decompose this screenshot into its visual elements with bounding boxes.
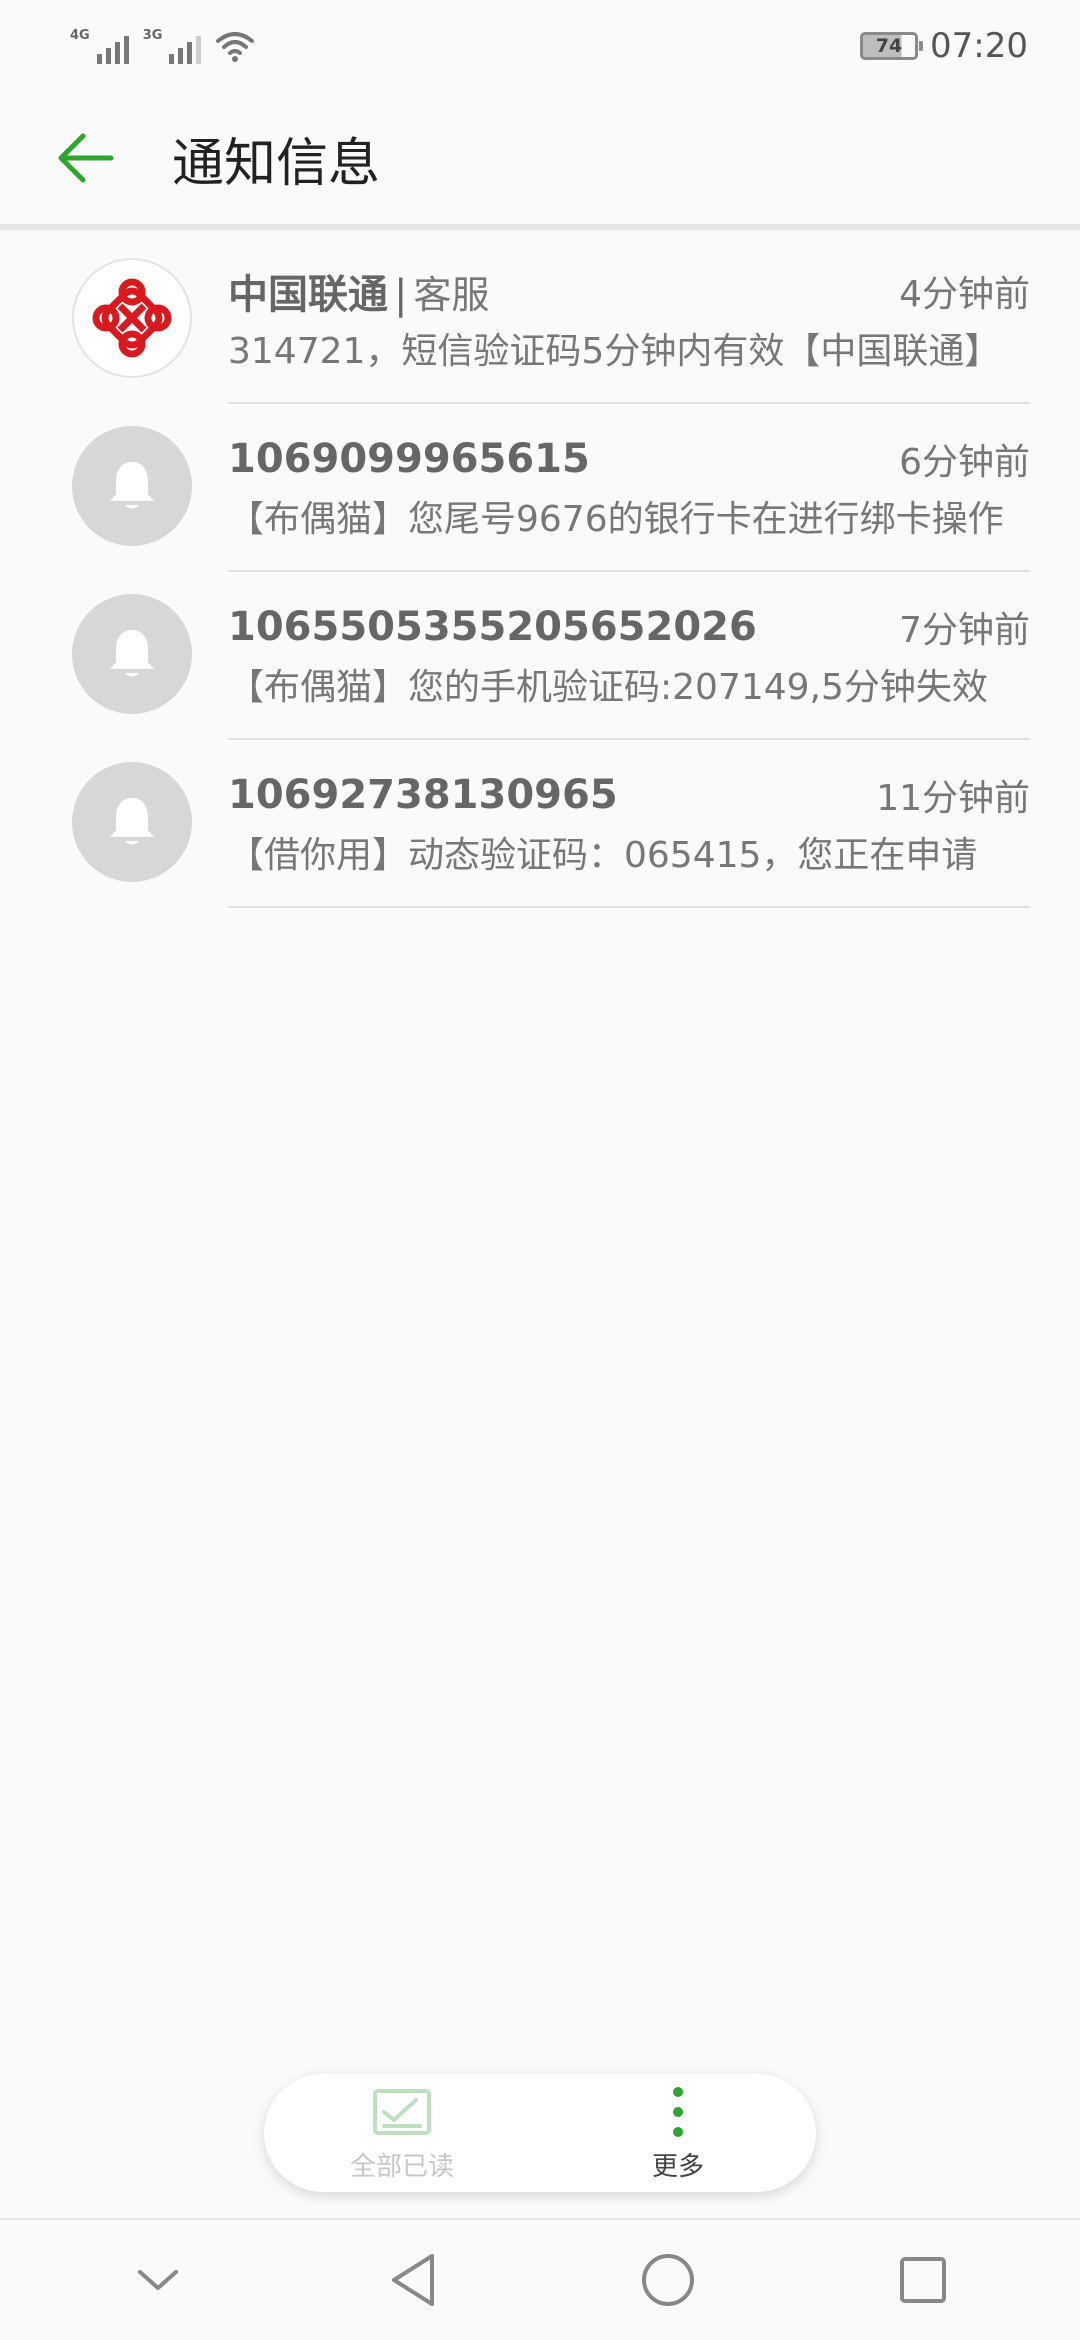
mark-all-read-button[interactable]: 全部已读 [302, 2084, 502, 2183]
status-left: 4G 3G [70, 28, 255, 64]
network-type-2: 3G [142, 28, 163, 43]
bottom-action-bar: 全部已读 更多 [264, 2074, 816, 2192]
message-list: 中国联通 | 客服 4分钟前 314721，短信验证码5分钟内有效【中国联通】 10… [0, 236, 1080, 908]
pill-icon-wrap [670, 2084, 686, 2140]
message-preview: 【布偶猫】您尾号9676的银行卡在进行绑卡操作 [228, 499, 1004, 540]
list-item[interactable]: 1065505355205652026 7分钟前 【布偶猫】您的手机验证码:20… [0, 572, 1080, 740]
avatar [72, 258, 192, 378]
sender-name: 中国联通 [228, 272, 388, 318]
message-content: 1065505355205652026 7分钟前 【布偶猫】您的手机验证码:20… [228, 572, 1030, 740]
square-recents-icon [899, 2257, 946, 2303]
battery-icon: 74 [860, 32, 924, 60]
nav-collapse-button[interactable] [108, 2230, 208, 2330]
china-unicom-logo-icon [92, 278, 172, 358]
message-preview: 【借你用】动态验证码：065415，您正在申请 [228, 835, 978, 876]
notification-messages-screen: 4G 3G 74 07:20 通知信息 中国联通 | 客服 4分钟前 31472… [0, 0, 1080, 2340]
message-sender: 1069099965615 [228, 436, 590, 482]
triangle-back-icon [391, 2254, 434, 2306]
more-vertical-icon [673, 2086, 683, 2137]
battery-level: 74 [875, 35, 903, 57]
back-button[interactable] [50, 123, 120, 193]
message-time: 4分钟前 [899, 274, 1030, 315]
sender-sub: 客服 [413, 273, 490, 317]
circle-home-icon [641, 2254, 694, 2306]
pill-icon-wrap [372, 2084, 432, 2140]
bell-icon [110, 798, 154, 845]
mark-all-read-label: 全部已读 [349, 2151, 454, 2182]
list-item[interactable]: 10692738130965 11分钟前 【借你用】动态验证码：065415，您… [0, 740, 1080, 908]
signal-4g-icon: 4G [70, 28, 129, 64]
message-time: 6分钟前 [899, 442, 1030, 483]
list-item[interactable]: 中国联通 | 客服 4分钟前 314721，短信验证码5分钟内有效【中国联通】 [0, 236, 1080, 404]
status-time: 07:20 [930, 26, 1028, 66]
back-arrow-icon [58, 133, 114, 183]
app-header: 通知信息 [0, 92, 1080, 230]
message-content: 中国联通 | 客服 4分钟前 314721，短信验证码5分钟内有效【中国联通】 [228, 236, 1030, 404]
bell-icon [110, 630, 154, 677]
avatar [72, 762, 192, 882]
message-header-row: 1065505355205652026 7分钟前 [228, 600, 1030, 654]
nav-recents-button[interactable] [873, 2230, 973, 2330]
sender-separator: | [394, 272, 408, 318]
message-preview: 314721，短信验证码5分钟内有效【中国联通】 [228, 331, 1001, 372]
nav-back-button[interactable] [363, 2230, 463, 2330]
system-nav-bar [0, 2218, 1080, 2340]
message-header-row: 10692738130965 11分钟前 [228, 768, 1030, 822]
message-content: 10692738130965 11分钟前 【借你用】动态验证码：065415，您… [228, 740, 1030, 908]
chevron-down-icon [137, 2270, 178, 2290]
message-content: 1069099965615 6分钟前 【布偶猫】您尾号9676的银行卡在进行绑卡… [228, 404, 1030, 572]
mark-read-icon [373, 2088, 431, 2135]
status-right: 74 07:20 [860, 26, 1028, 66]
message-header-row: 中国联通 | 客服 4分钟前 [228, 264, 1030, 318]
status-bar: 4G 3G 74 07:20 [0, 0, 1080, 92]
message-time: 7分钟前 [899, 610, 1030, 651]
avatar [72, 594, 192, 714]
message-sender: 1065505355205652026 [228, 604, 757, 650]
signal-3g-icon: 3G [143, 28, 202, 64]
list-item[interactable]: 1069099965615 6分钟前 【布偶猫】您尾号9676的银行卡在进行绑卡… [0, 404, 1080, 572]
more-label: 更多 [651, 2151, 704, 2182]
avatar [72, 426, 192, 546]
page-title: 通知信息 [172, 133, 381, 194]
message-preview: 【布偶猫】您的手机验证码:207149,5分钟失效 [228, 667, 988, 708]
more-button[interactable]: 更多 [578, 2084, 778, 2183]
wifi-icon [216, 32, 255, 62]
message-header-row: 1069099965615 6分钟前 [228, 432, 1030, 486]
message-time: 11分钟前 [876, 778, 1030, 819]
message-sender: 中国联通 | 客服 [228, 262, 490, 320]
nav-home-button[interactable] [618, 2230, 718, 2330]
message-sender: 10692738130965 [228, 772, 618, 818]
bell-icon [110, 462, 154, 509]
network-type-1: 4G [70, 28, 90, 43]
